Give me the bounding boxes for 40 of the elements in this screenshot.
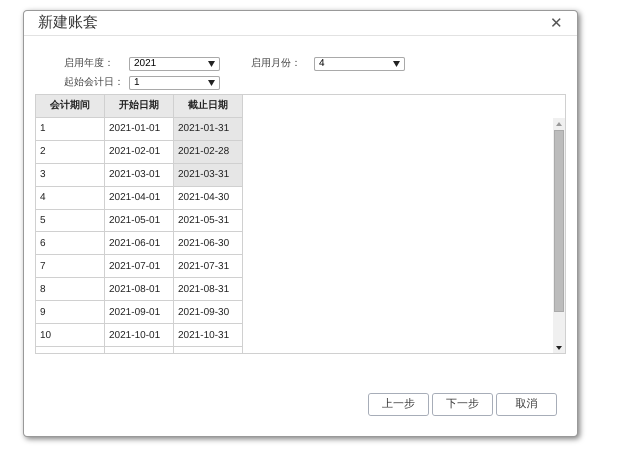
table-cell: 7 [36, 255, 105, 278]
field-label: 启用月份： [251, 56, 302, 71]
dropdown[interactable]: 1 [129, 76, 220, 90]
table-cell: 10 [36, 324, 105, 347]
field-label: 起始会计日： [64, 76, 125, 90]
table-cell: 2021-06-30 [174, 232, 243, 256]
table-cell: 2021-07-31 [174, 255, 243, 278]
field-label: 启用年度： [64, 56, 115, 71]
table-cell: 8 [36, 278, 105, 302]
table-cell: 2021-03-31 [174, 164, 243, 187]
dropdown[interactable]: 4 [314, 56, 405, 70]
caret-icon [208, 80, 215, 86]
table-cell: 2021-01-31 [174, 118, 243, 141]
table-cell: 2021-05-31 [174, 210, 243, 232]
dialog-title: 新建账套 [38, 12, 98, 33]
table-cell: 2021-09-30 [174, 301, 243, 324]
table-cell: 4 [36, 186, 105, 210]
table-cell: 5 [36, 210, 105, 232]
table-cell: 2021-08-31 [174, 278, 243, 302]
table-cell: 1 [36, 118, 105, 141]
table-cell: 2021-10-31 [174, 324, 243, 347]
close-button[interactable]: ✕ [550, 16, 563, 30]
table-cell: 6 [36, 232, 105, 256]
column-header: 开始日期 [105, 95, 174, 118]
table-cell: 9 [36, 301, 105, 324]
scroll-up-icon[interactable] [556, 122, 562, 126]
table-cell: 2021-02-28 [174, 140, 243, 164]
scroll-thumb[interactable] [554, 130, 564, 312]
scroll-down-icon[interactable] [556, 346, 562, 350]
caret-icon [393, 60, 400, 66]
caret-icon [208, 60, 215, 66]
dialog-button[interactable]: 上一步 [368, 393, 429, 416]
dropdown[interactable]: 2021 [129, 56, 220, 70]
table-cell: 2021-04-30 [174, 186, 243, 210]
table-cell: 3 [36, 164, 105, 187]
column-header: 会计期间 [36, 95, 105, 118]
scrollbar[interactable] [553, 118, 565, 353]
dialog-button[interactable]: 取消 [496, 393, 557, 416]
table-cell: 2 [36, 140, 105, 164]
dialog-button[interactable]: 下一步 [432, 393, 493, 416]
